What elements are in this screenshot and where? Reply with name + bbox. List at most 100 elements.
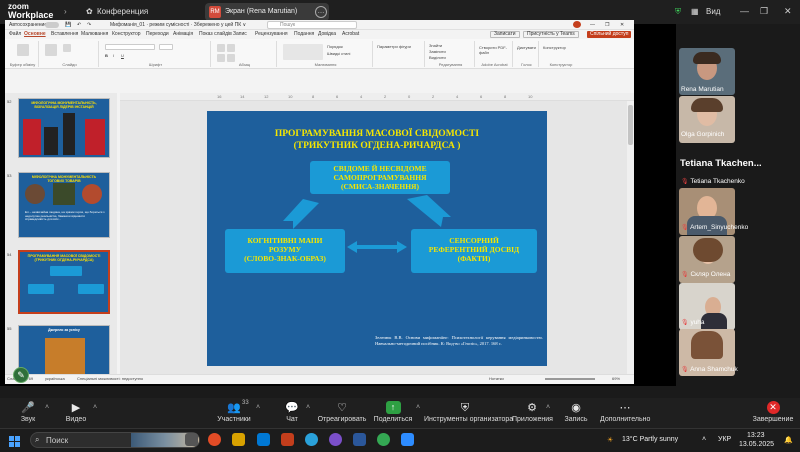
- zoom-icon[interactable]: [401, 433, 414, 446]
- find-button[interactable]: Знайти: [429, 43, 442, 48]
- slide-thumbnail-selected[interactable]: ПРОГРАМУВАННЯ МАСОВОЇ СВІДОМОСТІ (ТРИКУТ…: [18, 250, 110, 314]
- notification-icon[interactable]: 🔔: [784, 436, 793, 444]
- scrollbar-thumb[interactable]: [628, 105, 633, 145]
- slide-thumbnail[interactable]: МІФОЛОГІЧНА МОНУМЕНТАЛЬНІСТЬ ТОГОВИХ ТОВ…: [18, 172, 110, 238]
- powerpoint-icon[interactable]: [281, 433, 294, 446]
- replace-button[interactable]: Замінити: [429, 49, 446, 54]
- more-icon[interactable]: …: [315, 6, 327, 18]
- react-button[interactable]: ♡ Отреагировать: [316, 398, 368, 423]
- tab-home[interactable]: Основне: [24, 31, 46, 37]
- document-title[interactable]: Мифоманія_01 · режим сумісності · Збереж…: [110, 22, 246, 28]
- task-view-icon[interactable]: [185, 433, 198, 446]
- share-screen-button[interactable]: ↑ Поделиться: [372, 398, 414, 423]
- chevron-up-icon[interactable]: ˄: [702, 436, 706, 443]
- tab-view[interactable]: Подання: [294, 31, 314, 37]
- end-meeting-button[interactable]: ✕ Завершение: [752, 398, 794, 423]
- vertical-scrollbar[interactable]: [627, 101, 634, 376]
- undo-icon[interactable]: ↶: [77, 22, 81, 28]
- designer-button[interactable]: Конструктор: [543, 45, 566, 50]
- slide-thumbnail[interactable]: Джерело за успіху: [18, 325, 110, 376]
- tab-draw[interactable]: Малювання: [81, 31, 108, 37]
- language-indicator[interactable]: УКР: [718, 436, 731, 443]
- accessibility-status[interactable]: Спеціальні можливості: недоступно: [77, 376, 143, 381]
- italic-icon[interactable]: I: [113, 53, 114, 58]
- close-icon[interactable]: ✕: [784, 6, 792, 17]
- align-left-icon[interactable]: [217, 54, 225, 62]
- tab-acrobat[interactable]: Acrobat: [342, 31, 359, 37]
- pen-icon[interactable]: ✎: [13, 367, 29, 383]
- share-button[interactable]: Спільний доступ: [587, 31, 632, 38]
- record-button[interactable]: Записати: [490, 31, 520, 38]
- numbering-icon[interactable]: [227, 44, 235, 52]
- minimize-icon[interactable]: —: [740, 6, 749, 16]
- chevron-up-icon[interactable]: ˄: [45, 404, 49, 411]
- word-icon[interactable]: [353, 433, 366, 446]
- viber-icon[interactable]: [329, 433, 342, 446]
- chevron-up-icon[interactable]: ˄: [256, 404, 260, 411]
- quick-styles-button[interactable]: Швидкі стилі: [327, 51, 350, 56]
- shield-icon[interactable]: ⛨: [675, 7, 681, 17]
- weather-label[interactable]: 13°C Partly sunny: [622, 436, 678, 443]
- tab-file[interactable]: Файл: [9, 31, 21, 37]
- video-button[interactable]: ▶ Видео: [62, 398, 90, 423]
- close-icon[interactable]: ✕: [620, 22, 624, 28]
- notes-button[interactable]: Нотатки: [489, 376, 504, 381]
- minimize-icon[interactable]: —: [590, 22, 595, 28]
- underline-icon[interactable]: U: [121, 53, 124, 58]
- avatar[interactable]: [573, 21, 581, 28]
- paste-icon[interactable]: [17, 44, 29, 56]
- teams-present-button[interactable]: Присутність у Teams: [523, 31, 579, 38]
- clock-time[interactable]: 13:23: [747, 432, 765, 439]
- chevron-up-icon[interactable]: ˄: [93, 404, 97, 411]
- current-slide[interactable]: ПРОГРАМУВАННЯ МАСОВОЇ СВІДОМОСТІ (ТРИКУТ…: [207, 111, 547, 366]
- shapes-gallery[interactable]: [283, 44, 323, 60]
- layout-icon[interactable]: [63, 44, 71, 52]
- file-explorer-icon[interactable]: [232, 433, 245, 446]
- arrange-button[interactable]: Порядок: [327, 44, 343, 49]
- tab-insert[interactable]: Вставлення: [51, 31, 78, 37]
- chevron-up-icon[interactable]: ˄: [546, 404, 550, 411]
- search-input[interactable]: Пошук: [267, 21, 357, 29]
- shape-options-button[interactable]: Параметри фігури: [377, 44, 411, 49]
- view-button[interactable]: Вид: [706, 7, 720, 16]
- audio-button[interactable]: 🎤 Звук: [14, 398, 42, 423]
- tab-record[interactable]: Запис: [233, 31, 247, 37]
- font-size-select[interactable]: [159, 44, 173, 50]
- new-slide-icon[interactable]: [45, 44, 57, 56]
- tab-animation[interactable]: Анімація: [173, 31, 193, 37]
- dictate-button[interactable]: Диктувати: [517, 45, 536, 50]
- chat-button[interactable]: 💬 Чат: [278, 398, 306, 423]
- restore-icon[interactable]: ❐: [605, 22, 609, 28]
- zoom-slider[interactable]: [545, 378, 595, 380]
- chevron-up-icon[interactable]: ˄: [306, 404, 310, 411]
- bullets-icon[interactable]: [217, 44, 225, 52]
- save-icon[interactable]: 💾: [65, 22, 71, 28]
- autosave-toggle[interactable]: [45, 22, 59, 28]
- chrome-icon[interactable]: [377, 433, 390, 446]
- select-button[interactable]: Виділити: [429, 55, 446, 60]
- tab-slideshow[interactable]: Показ слайдів: [199, 31, 232, 37]
- slide-thumbnail[interactable]: МІФОЛОГІЧНА МОНУМЕНТАЛЬНІСТЬ, ВІЗУАЛІЗАЦ…: [18, 98, 110, 158]
- record-button[interactable]: ◉ Запись: [561, 398, 591, 423]
- tab-transitions[interactable]: Переходи: [146, 31, 169, 37]
- host-tools-button[interactable]: ⛨ Инструменты организатора: [424, 398, 513, 423]
- more-button[interactable]: ⋯ Дополнительно: [600, 398, 650, 423]
- tab-design[interactable]: Конструктор: [112, 31, 141, 37]
- telegram-icon[interactable]: [305, 433, 318, 446]
- screen-share-indicator[interactable]: RM Экран (Rena Marutian) …: [205, 3, 329, 21]
- align-center-icon[interactable]: [227, 54, 235, 62]
- conference-label[interactable]: Конференция: [97, 7, 148, 16]
- font-family-select[interactable]: [105, 44, 155, 50]
- chevron-up-icon[interactable]: ˄: [416, 404, 420, 411]
- language-indicator[interactable]: українська: [45, 376, 65, 381]
- create-pdf-button[interactable]: Створити PDF-файл: [479, 45, 511, 55]
- redo-icon[interactable]: ↷: [87, 22, 91, 28]
- windows-start-icon[interactable]: [9, 434, 20, 447]
- chevron-right-icon[interactable]: ›: [64, 7, 67, 16]
- zoom-level[interactable]: 69%: [612, 376, 620, 381]
- mail-icon[interactable]: [257, 433, 270, 446]
- bold-icon[interactable]: B: [105, 53, 108, 58]
- participants-button[interactable]: 👥 33 Участники: [214, 398, 254, 423]
- clock-date[interactable]: 13.05.2025: [739, 441, 774, 448]
- restore-icon[interactable]: ❐: [760, 6, 768, 17]
